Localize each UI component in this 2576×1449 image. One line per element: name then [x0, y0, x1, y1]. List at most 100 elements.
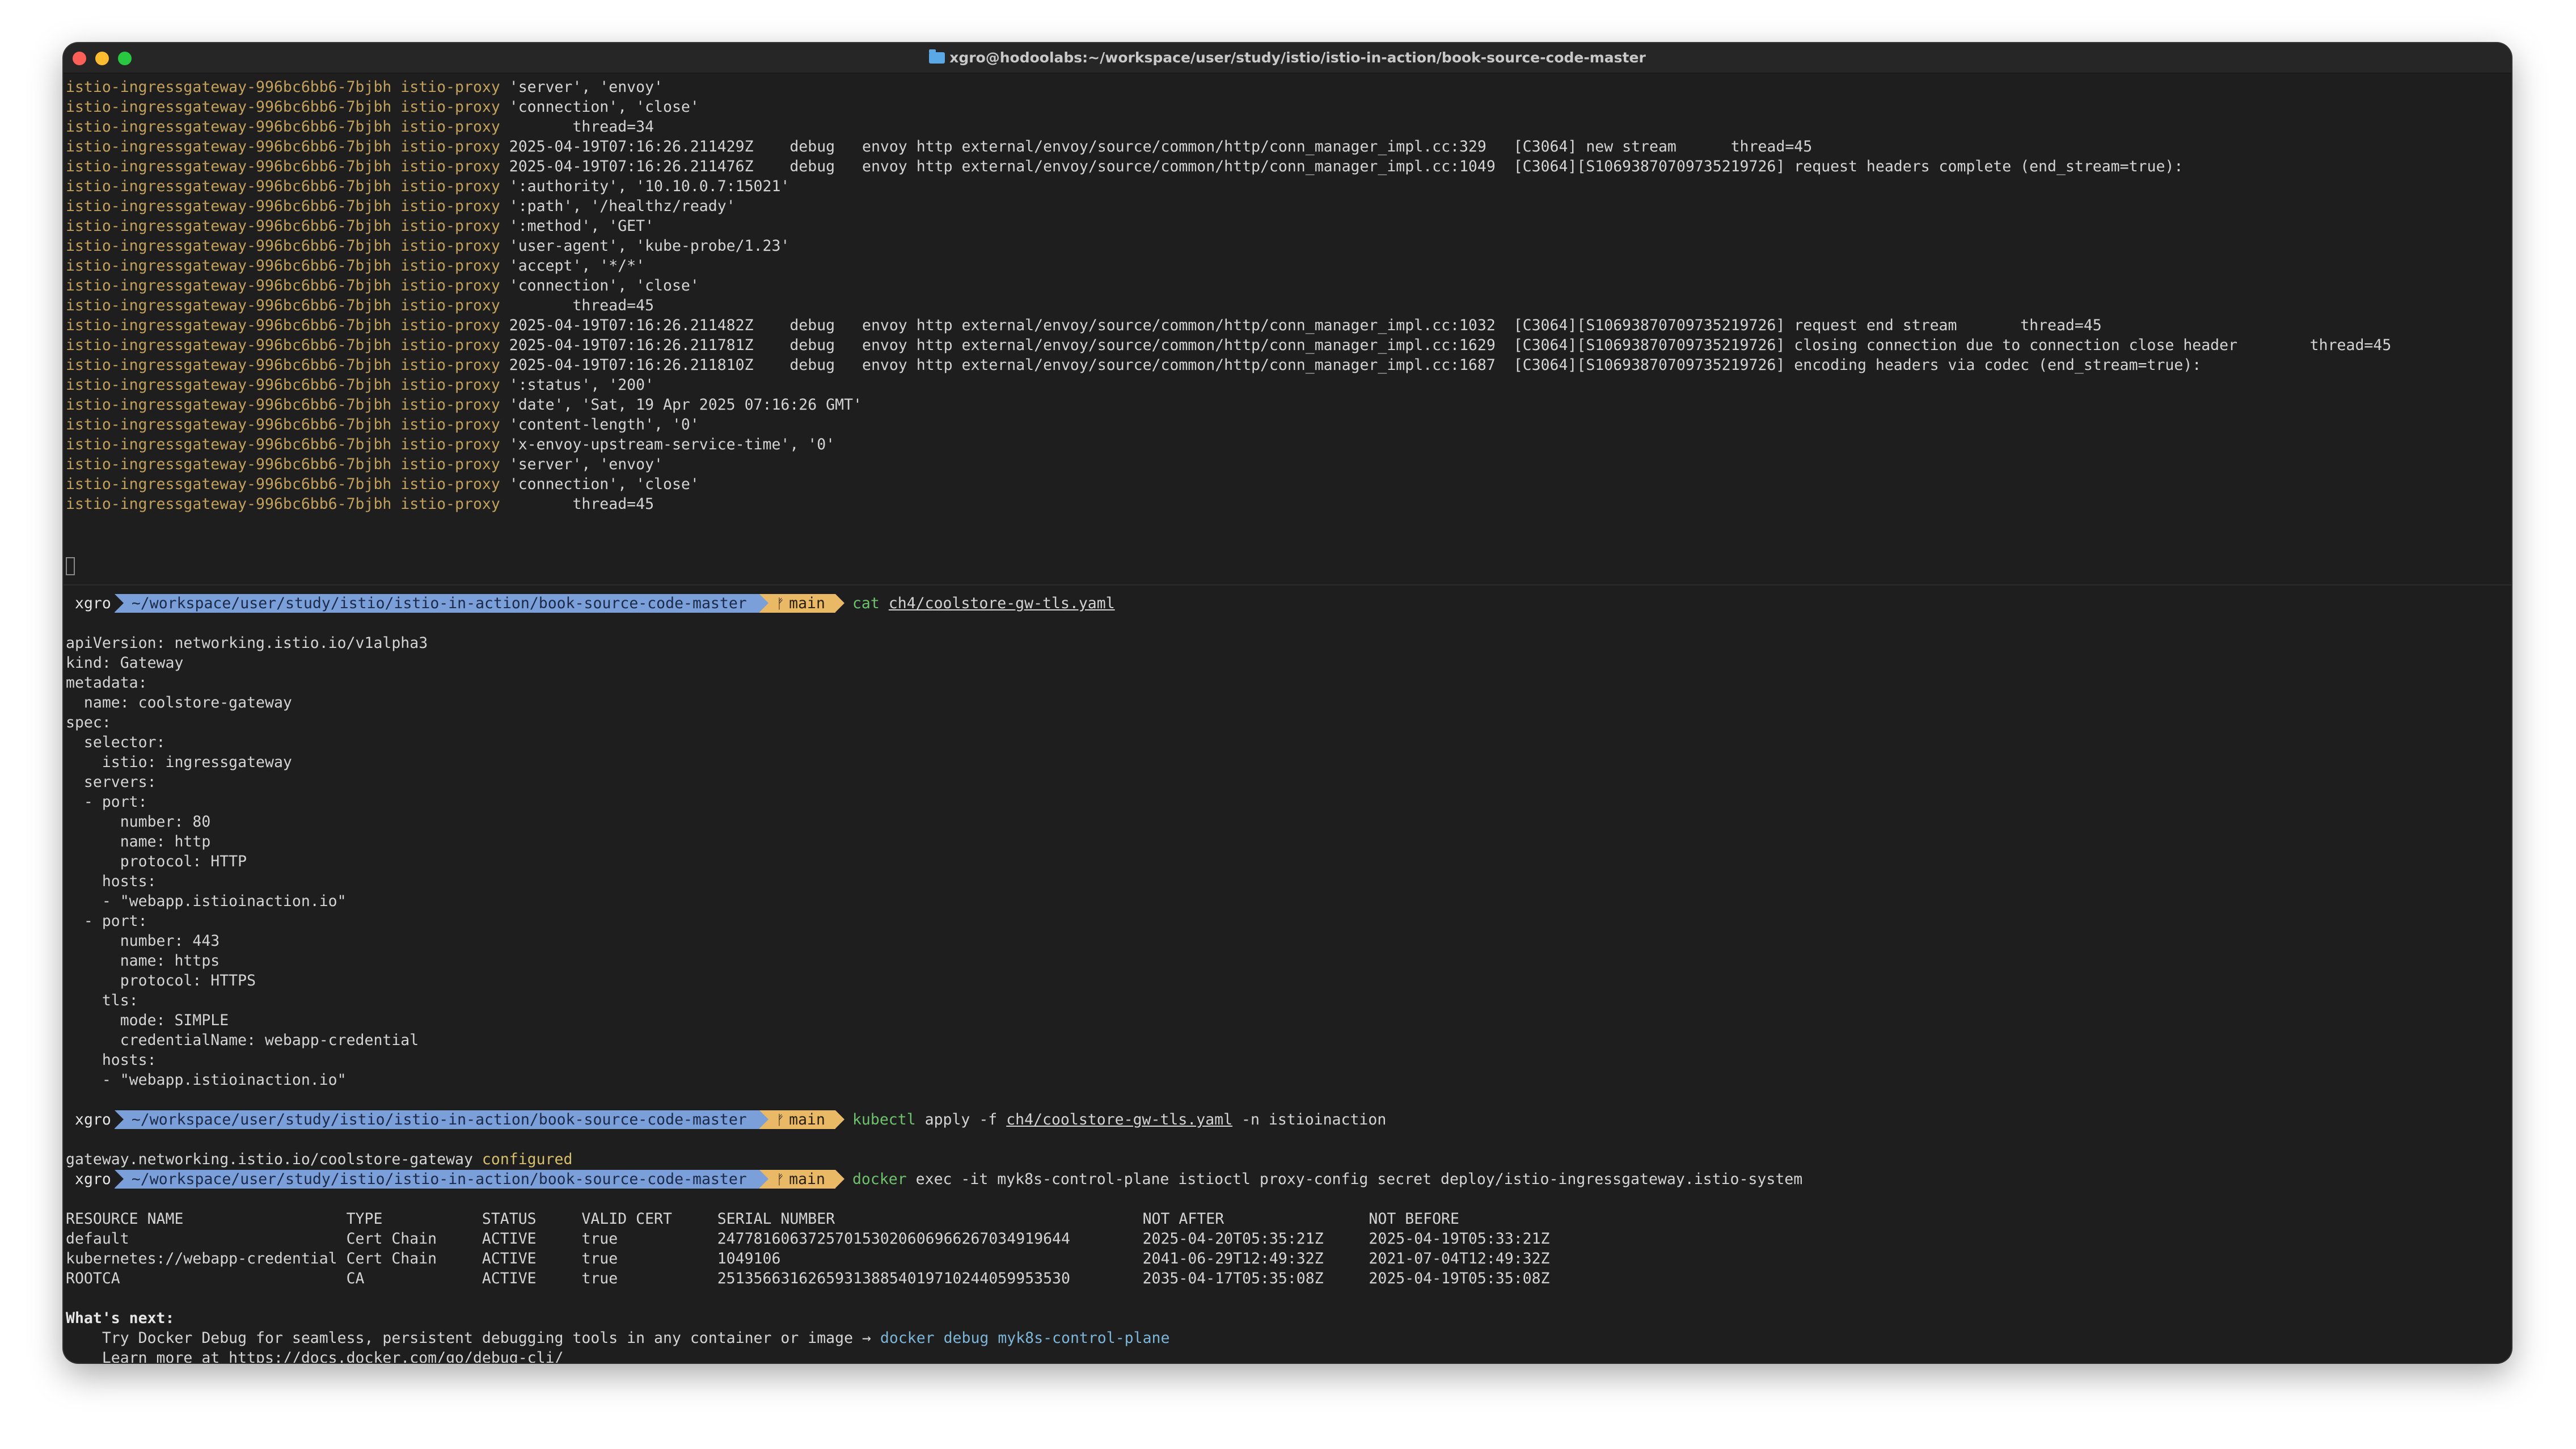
- pod-name: istio-ingressgateway-996bc6bb6-7bjbh ist…: [66, 297, 500, 314]
- log-text: ':status', '200': [500, 376, 654, 394]
- yaml-line: tls:: [66, 992, 138, 1009]
- table-row: kubernetes://webapp-credential Cert Chai…: [66, 1250, 1550, 1267]
- prompt-git-branch: ᚠ main: [759, 594, 845, 613]
- yaml-line: name: http: [66, 833, 211, 850]
- log-text: thread=45: [500, 495, 654, 513]
- log-line: istio-ingressgateway-996bc6bb6-7bjbh ist…: [66, 355, 2201, 375]
- log-line: istio-ingressgateway-996bc6bb6-7bjbh ist…: [66, 474, 699, 494]
- log-line: istio-ingressgateway-996bc6bb6-7bjbh ist…: [66, 296, 654, 315]
- git-branch-icon: ᚠ: [776, 1172, 785, 1187]
- log-text: ':method', 'GET': [500, 217, 654, 235]
- log-line: istio-ingressgateway-996bc6bb6-7bjbh ist…: [66, 236, 789, 256]
- log-text: 'server', 'envoy': [500, 456, 663, 473]
- log-text: 'user-agent', 'kube-probe/1.23': [500, 237, 790, 255]
- prompt-git-branch: ᚠ main: [759, 1170, 845, 1189]
- log-line: istio-ingressgateway-996bc6bb6-7bjbh ist…: [66, 137, 1812, 157]
- yaml-line: name: coolstore-gateway: [66, 694, 292, 711]
- log-line: istio-ingressgateway-996bc6bb6-7bjbh ist…: [66, 435, 835, 454]
- log-line: istio-ingressgateway-996bc6bb6-7bjbh ist…: [66, 196, 736, 216]
- yaml-line: - port:: [66, 793, 147, 811]
- yaml-line: hosts:: [66, 1051, 157, 1069]
- log-line: istio-ingressgateway-996bc6bb6-7bjbh ist…: [66, 375, 654, 395]
- log-text: ':authority', '10.10.0.7:15021': [500, 178, 790, 195]
- log-line: istio-ingressgateway-996bc6bb6-7bjbh ist…: [66, 415, 699, 435]
- prompt-path: ~/workspace/user/study/istio/istio-in-ac…: [114, 1170, 768, 1189]
- prompt-user: xgro: [75, 1170, 111, 1188]
- log-line: istio-ingressgateway-996bc6bb6-7bjbh ist…: [66, 395, 862, 415]
- pod-name: istio-ingressgateway-996bc6bb6-7bjbh ist…: [66, 317, 500, 334]
- yaml-line: apiVersion: networking.istio.io/v1alpha3: [66, 634, 428, 652]
- pod-name: istio-ingressgateway-996bc6bb6-7bjbh ist…: [66, 495, 500, 513]
- folder-icon: [929, 49, 945, 64]
- yaml-line: spec:: [66, 714, 111, 731]
- yaml-line: name: https: [66, 952, 220, 970]
- log-line: istio-ingressgateway-996bc6bb6-7bjbh ist…: [66, 494, 654, 514]
- log-text: 2025-04-19T07:16:26.211482Z debug envoy …: [500, 317, 2102, 334]
- log-text: 2025-04-19T07:16:26.211810Z debug envoy …: [500, 356, 2202, 374]
- log-text: 'accept', '*/*': [500, 257, 645, 275]
- yaml-line: - port:: [66, 912, 147, 930]
- command-line: docker exec -it myk8s-control-plane isti…: [852, 1170, 1803, 1188]
- docker-debug-command[interactable]: docker debug myk8s-control-plane: [880, 1329, 1170, 1347]
- prompt-git-branch: ᚠ main: [759, 1110, 845, 1129]
- log-text: thread=45: [500, 297, 654, 314]
- command-file-arg[interactable]: ch4/coolstore-gw-tls.yaml: [889, 595, 1115, 612]
- apply-output: gateway.networking.istio.io/coolstore-ga…: [66, 1151, 573, 1168]
- yaml-line: - "webapp.istioinaction.io": [66, 892, 347, 910]
- terminal-content[interactable]: istio-ingressgateway-996bc6bb6-7bjbh ist…: [64, 76, 2511, 1363]
- yaml-line: credentialName: webapp-credential: [66, 1031, 419, 1049]
- pod-name: istio-ingressgateway-996bc6bb6-7bjbh ist…: [66, 158, 500, 175]
- shell-prompt: xgro ~/workspace/user/study/istio/istio-…: [64, 1169, 1802, 1189]
- whats-next-hint: Try Docker Debug for seamless, persisten…: [66, 1329, 1170, 1347]
- command-file-arg[interactable]: ch4/coolstore-gw-tls.yaml: [1006, 1111, 1232, 1128]
- pod-name: istio-ingressgateway-996bc6bb6-7bjbh ist…: [66, 396, 500, 414]
- yaml-line: protocol: HTTP: [66, 853, 247, 870]
- log-line: istio-ingressgateway-996bc6bb6-7bjbh ist…: [66, 276, 699, 296]
- title-bar[interactable]: xgro@hodoolabs:~/workspace/user/study/is…: [64, 43, 2511, 74]
- yaml-line: hosts:: [66, 873, 157, 890]
- log-text: thread=34: [500, 118, 654, 136]
- pod-name: istio-ingressgateway-996bc6bb6-7bjbh ist…: [66, 98, 500, 116]
- git-branch-icon: ᚠ: [776, 596, 785, 612]
- pod-name: istio-ingressgateway-996bc6bb6-7bjbh ist…: [66, 436, 500, 453]
- log-text: 'date', 'Sat, 19 Apr 2025 07:16:26 GMT': [500, 396, 862, 414]
- log-text: 2025-04-19T07:16:26.211429Z debug envoy …: [500, 138, 1813, 155]
- log-line: istio-ingressgateway-996bc6bb6-7bjbh ist…: [66, 176, 789, 196]
- log-text: ':path', '/healthz/ready': [500, 197, 736, 215]
- log-line: istio-ingressgateway-996bc6bb6-7bjbh ist…: [66, 454, 663, 474]
- prompt-user: xgro: [75, 1111, 111, 1128]
- window-title: xgro@hodoolabs:~/workspace/user/study/is…: [64, 43, 2511, 73]
- yaml-line: mode: SIMPLE: [66, 1012, 229, 1029]
- pod-name: istio-ingressgateway-996bc6bb6-7bjbh ist…: [66, 456, 500, 473]
- log-line: istio-ingressgateway-996bc6bb6-7bjbh ist…: [66, 97, 699, 117]
- log-text: 'connection', 'close': [500, 475, 699, 493]
- pod-name: istio-ingressgateway-996bc6bb6-7bjbh ist…: [66, 257, 500, 275]
- log-line: istio-ingressgateway-996bc6bb6-7bjbh ist…: [66, 77, 663, 97]
- git-branch-icon: ᚠ: [776, 1112, 785, 1128]
- yaml-line: kind: Gateway: [66, 654, 184, 672]
- log-text: 'content-length', '0': [500, 416, 699, 433]
- pane-divider[interactable]: [64, 584, 2511, 586]
- yaml-line: servers:: [66, 773, 157, 791]
- pod-name: istio-ingressgateway-996bc6bb6-7bjbh ist…: [66, 277, 500, 294]
- table-row: default Cert Chain ACTIVE true 247781606…: [66, 1230, 1550, 1248]
- pod-name: istio-ingressgateway-996bc6bb6-7bjbh ist…: [66, 475, 500, 493]
- log-text: 'connection', 'close': [500, 98, 699, 116]
- log-line: istio-ingressgateway-996bc6bb6-7bjbh ist…: [66, 315, 2102, 335]
- terminal-cursor: [66, 557, 75, 575]
- log-line: istio-ingressgateway-996bc6bb6-7bjbh ist…: [66, 256, 645, 276]
- pod-name: istio-ingressgateway-996bc6bb6-7bjbh ist…: [66, 217, 500, 235]
- yaml-line: istio: ingressgateway: [66, 753, 292, 771]
- log-text: 2025-04-19T07:16:26.211476Z debug envoy …: [500, 158, 2184, 175]
- log-text: 'connection', 'close': [500, 277, 699, 294]
- terminal-window[interactable]: xgro@hodoolabs:~/workspace/user/study/is…: [64, 43, 2511, 1363]
- prompt-user: xgro: [75, 595, 111, 612]
- pod-name: istio-ingressgateway-996bc6bb6-7bjbh ist…: [66, 78, 500, 96]
- yaml-line: selector:: [66, 734, 166, 751]
- pod-name: istio-ingressgateway-996bc6bb6-7bjbh ist…: [66, 197, 500, 215]
- whats-next-link[interactable]: Learn more at https://docs.docker.com/go…: [66, 1348, 564, 1363]
- yaml-line: protocol: HTTPS: [66, 972, 256, 989]
- command-line: cat ch4/coolstore-gw-tls.yaml: [852, 595, 1115, 612]
- pod-name: istio-ingressgateway-996bc6bb6-7bjbh ist…: [66, 237, 500, 255]
- pod-name: istio-ingressgateway-996bc6bb6-7bjbh ist…: [66, 416, 500, 433]
